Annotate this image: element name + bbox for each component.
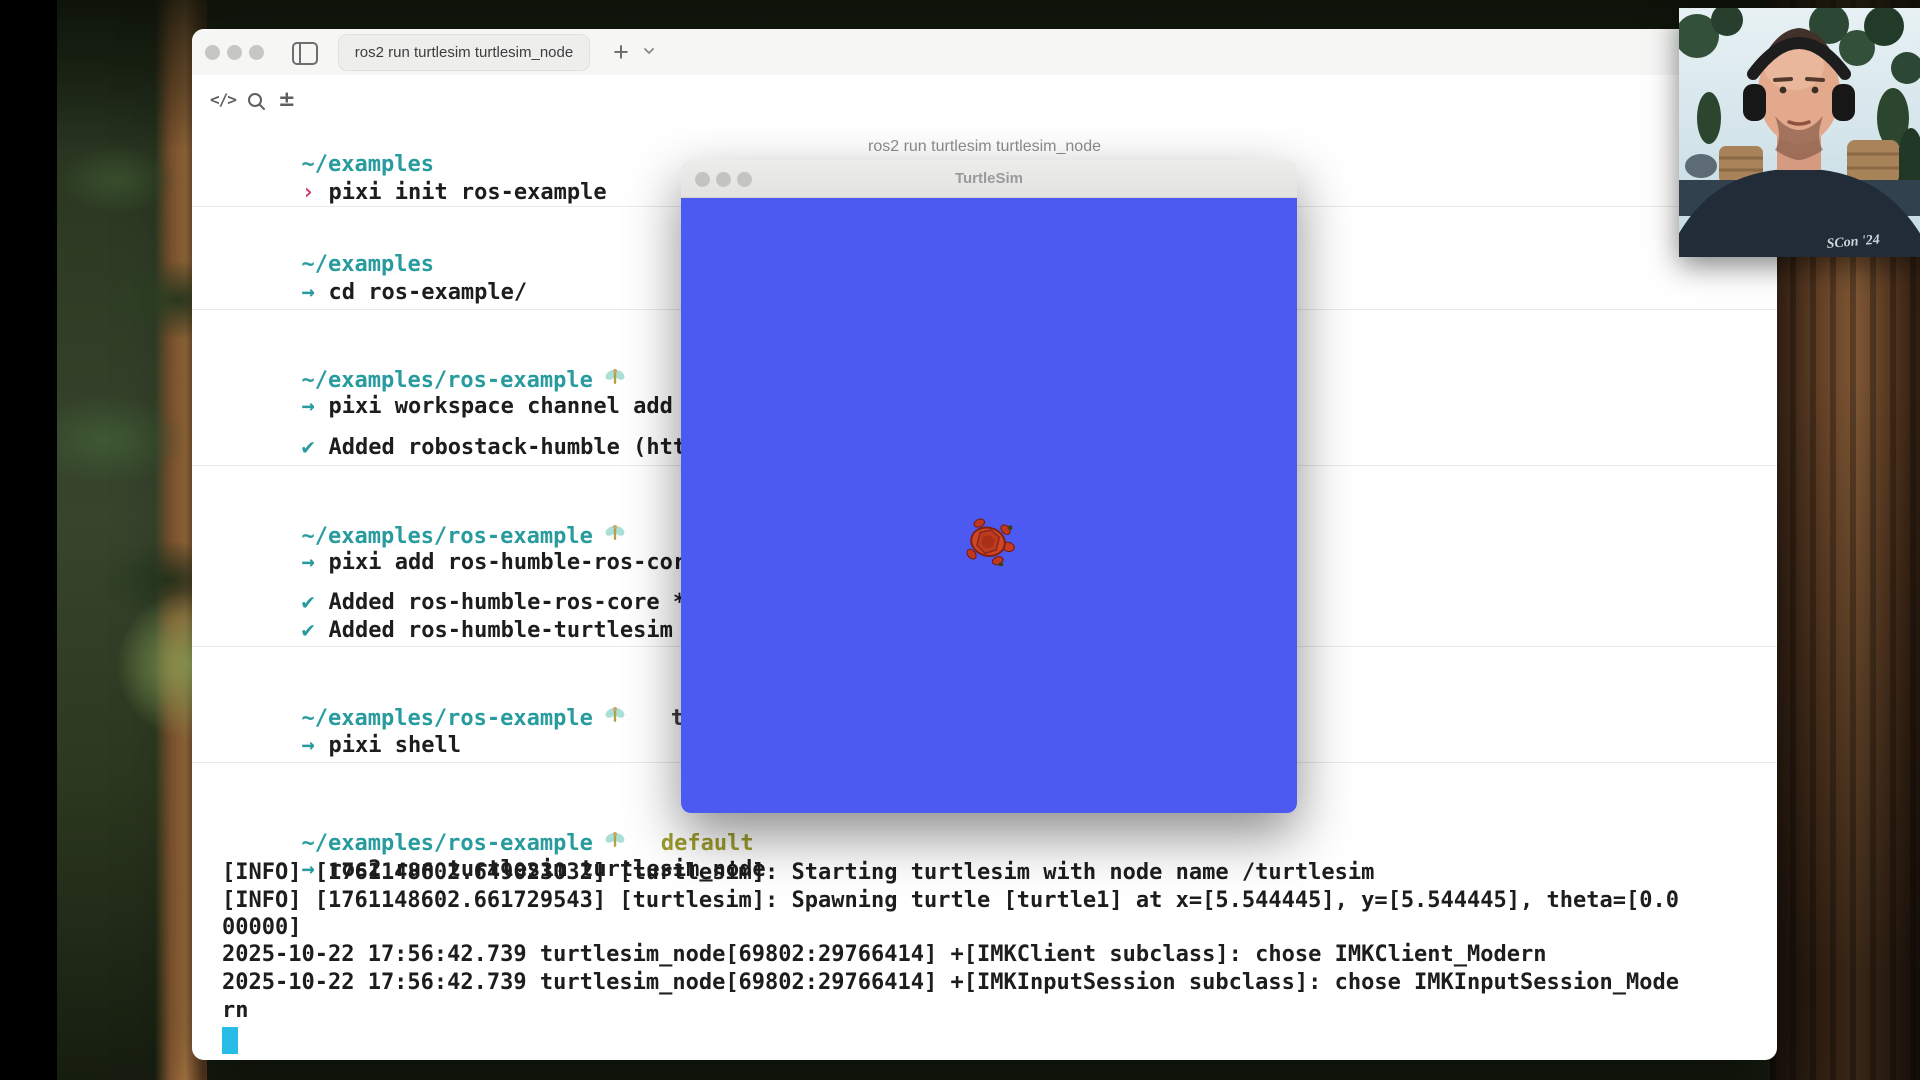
- zoom-window-button[interactable]: [249, 45, 264, 60]
- new-tab-button[interactable]: +: [604, 34, 638, 71]
- command-text: pixi shell: [328, 733, 460, 758]
- command-line[interactable]: →pixi add ros-humble-ros-core ros: [222, 525, 752, 553]
- command-line[interactable]: →pixi workspace channel add robos: [222, 369, 752, 397]
- log-line: rn: [222, 998, 249, 1026]
- terminal-tab-bar: ros2 run turtlesim turtlesim_node +: [192, 29, 1777, 75]
- turtlesim-canvas[interactable]: [681, 198, 1297, 813]
- turtle-sprite: [962, 518, 1016, 566]
- terminal-header: </> ± ros2 run turtlesim turtlesim_node: [192, 75, 1777, 125]
- cwd-header: ~/examples: [222, 127, 434, 155]
- prompt-arrow-icon: →: [301, 280, 328, 305]
- cwd-header: ~/examples/ros-exampletook 3: [222, 679, 750, 707]
- log-line: [INFO] [1761148602.649023032] [turtlesim…: [222, 860, 1374, 888]
- output-line: ✔Added robostack-humble (https:/: [222, 410, 739, 438]
- command-line[interactable]: ›pixi init ros-example: [222, 155, 607, 183]
- terminal-tab-label: ros2 run turtlesim turtlesim_node: [355, 44, 573, 61]
- log-line: 00000]: [222, 915, 301, 943]
- terminal-cursor: [222, 1027, 238, 1054]
- search-icon[interactable]: [246, 91, 268, 113]
- command-text: pixi init ros-example: [328, 180, 606, 205]
- cwd-header: ~/examples/ros-example: [222, 497, 627, 525]
- check-icon: ✔: [301, 435, 328, 460]
- close-window-button[interactable]: [205, 45, 220, 60]
- command-text: cd ros-example/: [328, 280, 527, 305]
- font-size-icon[interactable]: ±: [278, 87, 296, 111]
- tab-list-chevron-icon[interactable]: [642, 44, 656, 58]
- turtlesim-window-title: TurtleSim: [681, 160, 1297, 198]
- terminal-tab[interactable]: ros2 run turtlesim turtlesim_node: [338, 34, 590, 71]
- cwd-header: ~/examples/ros-example: [222, 341, 627, 369]
- minimize-window-button[interactable]: [227, 45, 242, 60]
- cwd-header: ~/examples: [222, 227, 434, 255]
- prompt-arrow-icon: →: [301, 733, 328, 758]
- command-line[interactable]: →cd ros-example/: [222, 255, 527, 283]
- output-text: Added robostack-humble (https:/: [328, 435, 739, 460]
- command-line[interactable]: →ros2 run turtlesim turtlesim_node: [222, 832, 766, 860]
- webcam-video: SCon '24: [1679, 8, 1920, 257]
- output-line: ✔Added ros-humble-ros-core *: [222, 565, 686, 593]
- turtlesim-title-bar[interactable]: TurtleSim: [681, 160, 1297, 198]
- desktop: ros2 run turtlesim turtlesim_node + </> …: [0, 0, 1920, 1080]
- command-line[interactable]: →pixi shell: [222, 708, 461, 736]
- prompt-icon: ›: [301, 180, 328, 205]
- code-blocks-icon[interactable]: </>: [210, 90, 236, 109]
- log-line: 2025-10-22 17:56:42.739 turtlesim_node[6…: [222, 942, 1547, 970]
- log-line: [INFO] [1761148602.661729543] [turtlesim…: [222, 888, 1679, 916]
- turtlesim-window[interactable]: TurtleSim: [681, 160, 1297, 813]
- cwd-header: ~/examples/ros-exampledefault: [222, 804, 754, 832]
- log-line: 2025-10-22 17:56:42.739 turtlesim_node[6…: [222, 970, 1679, 998]
- output-line: ✔Added ros-humble-turtlesim *: [222, 593, 699, 621]
- check-icon: ✔: [301, 618, 328, 643]
- fairy-icon: [603, 704, 627, 728]
- webcam-overlay: SCon '24: [1679, 8, 1920, 257]
- sidebar-toggle-icon[interactable]: [292, 42, 318, 65]
- output-text: Added ros-humble-turtlesim *: [328, 618, 699, 643]
